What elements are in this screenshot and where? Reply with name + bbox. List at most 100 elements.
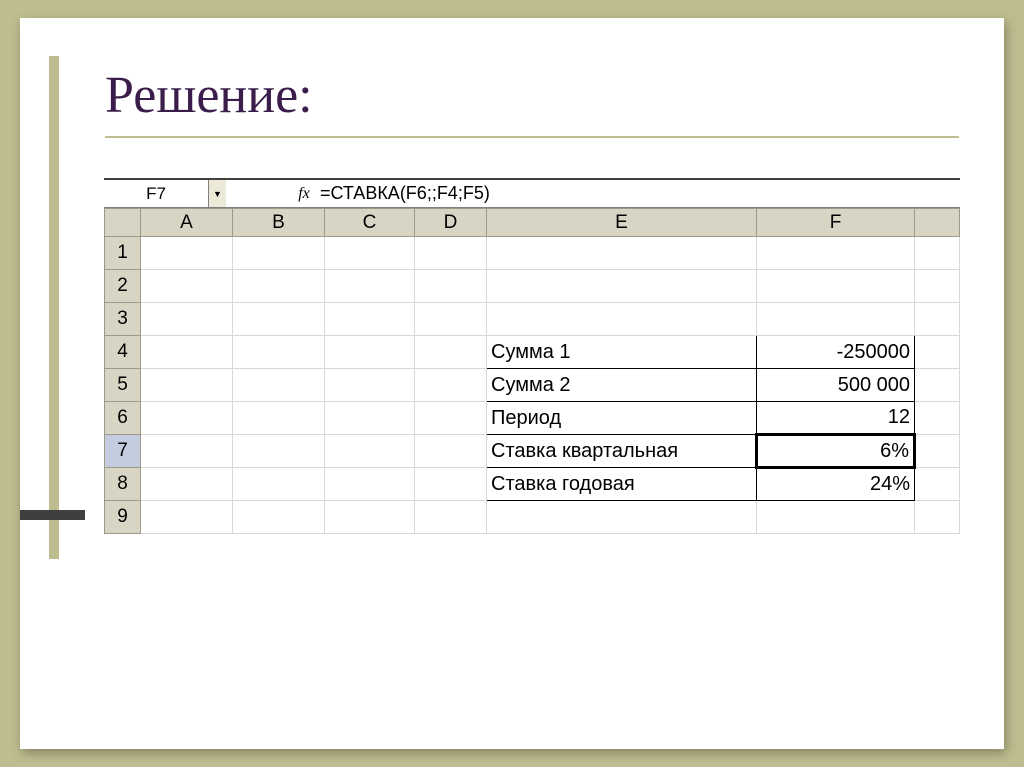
cell-A1[interactable] [141, 237, 233, 270]
row-header-9[interactable]: 9 [105, 501, 141, 534]
formula-bar-spacer [226, 180, 292, 208]
cell-E2[interactable] [487, 270, 757, 303]
cell-E4[interactable]: Сумма 1 [487, 336, 757, 369]
cell-D8[interactable] [415, 468, 487, 501]
name-box-dropdown[interactable]: ▼ [208, 180, 226, 208]
cell-B5[interactable] [233, 369, 325, 402]
cell-end6 [915, 402, 960, 435]
cell-A4[interactable] [141, 336, 233, 369]
accent-horizontal-bar [20, 510, 85, 520]
row-header-6[interactable]: 6 [105, 402, 141, 435]
cell-D3[interactable] [415, 303, 487, 336]
select-all-corner[interactable] [105, 209, 141, 237]
cell-A7[interactable] [141, 435, 233, 468]
cell-F2[interactable] [757, 270, 915, 303]
column-header-row: A B C D E F [105, 209, 960, 237]
cell-F8[interactable]: 24% [757, 468, 915, 501]
cell-D5[interactable] [415, 369, 487, 402]
cell-C2[interactable] [325, 270, 415, 303]
formula-bar: F7 ▼ fx =СТАВКА(F6;;F4;F5) [104, 180, 960, 208]
cell-F4[interactable]: -250000 [757, 336, 915, 369]
cell-A3[interactable] [141, 303, 233, 336]
cell-E8[interactable]: Ставка годовая [487, 468, 757, 501]
row-header-8[interactable]: 8 [105, 468, 141, 501]
cell-E1[interactable] [487, 237, 757, 270]
cell-F3[interactable] [757, 303, 915, 336]
col-header-F[interactable]: F [757, 209, 915, 237]
title-underline [105, 136, 959, 138]
cell-E9[interactable] [487, 501, 757, 534]
row-header-1[interactable]: 1 [105, 237, 141, 270]
cell-C6[interactable] [325, 402, 415, 435]
row-header-2[interactable]: 2 [105, 270, 141, 303]
cell-A6[interactable] [141, 402, 233, 435]
slide-title: Решение: [105, 66, 313, 125]
col-header-E[interactable]: E [487, 209, 757, 237]
col-header-B[interactable]: B [233, 209, 325, 237]
cell-C9[interactable] [325, 501, 415, 534]
row-5: 5 Сумма 2 500 000 [105, 369, 960, 402]
formula-input[interactable]: =СТАВКА(F6;;F4;F5) [316, 180, 960, 208]
cell-A2[interactable] [141, 270, 233, 303]
row-header-3[interactable]: 3 [105, 303, 141, 336]
slide: Решение: F7 ▼ fx =СТАВКА(F6;;F4;F5) A B … [20, 18, 1004, 749]
cell-E6[interactable]: Период [487, 402, 757, 435]
row-header-7[interactable]: 7 [105, 435, 141, 468]
cell-B8[interactable] [233, 468, 325, 501]
cell-B4[interactable] [233, 336, 325, 369]
row-3: 3 [105, 303, 960, 336]
cell-end9 [915, 501, 960, 534]
cell-F5[interactable]: 500 000 [757, 369, 915, 402]
fx-icon[interactable]: fx [292, 180, 316, 208]
cell-D4[interactable] [415, 336, 487, 369]
accent-vertical-bar [49, 56, 59, 559]
cell-B3[interactable] [233, 303, 325, 336]
cell-F6[interactable]: 12 [757, 402, 915, 435]
cell-end2 [915, 270, 960, 303]
cell-end8 [915, 468, 960, 501]
row-6: 6 Период 12 [105, 402, 960, 435]
row-1: 1 [105, 237, 960, 270]
cell-end5 [915, 369, 960, 402]
cell-end1 [915, 237, 960, 270]
cell-D6[interactable] [415, 402, 487, 435]
cell-B9[interactable] [233, 501, 325, 534]
cell-end7 [915, 435, 960, 468]
cell-B1[interactable] [233, 237, 325, 270]
cell-A8[interactable] [141, 468, 233, 501]
cell-F7[interactable]: 6% [757, 435, 915, 468]
cell-D7[interactable] [415, 435, 487, 468]
row-header-5[interactable]: 5 [105, 369, 141, 402]
cell-D2[interactable] [415, 270, 487, 303]
col-header-end [915, 209, 960, 237]
row-7: 7 Ставка квартальная 6% [105, 435, 960, 468]
cell-E7[interactable]: Ставка квартальная [487, 435, 757, 468]
cell-C1[interactable] [325, 237, 415, 270]
cell-E3[interactable] [487, 303, 757, 336]
cell-B6[interactable] [233, 402, 325, 435]
col-header-C[interactable]: C [325, 209, 415, 237]
cell-A9[interactable] [141, 501, 233, 534]
cell-B2[interactable] [233, 270, 325, 303]
col-header-D[interactable]: D [415, 209, 487, 237]
cell-C7[interactable] [325, 435, 415, 468]
cell-end4 [915, 336, 960, 369]
cell-C3[interactable] [325, 303, 415, 336]
cell-D9[interactable] [415, 501, 487, 534]
row-2: 2 [105, 270, 960, 303]
cell-D1[interactable] [415, 237, 487, 270]
cell-C8[interactable] [325, 468, 415, 501]
cell-B7[interactable] [233, 435, 325, 468]
cell-C4[interactable] [325, 336, 415, 369]
cell-C5[interactable] [325, 369, 415, 402]
cell-A5[interactable] [141, 369, 233, 402]
name-box[interactable]: F7 [104, 180, 208, 208]
col-header-A[interactable]: A [141, 209, 233, 237]
cell-F1[interactable] [757, 237, 915, 270]
cell-F9[interactable] [757, 501, 915, 534]
row-8: 8 Ставка годовая 24% [105, 468, 960, 501]
row-header-4[interactable]: 4 [105, 336, 141, 369]
cell-E5[interactable]: Сумма 2 [487, 369, 757, 402]
row-4: 4 Сумма 1 -250000 [105, 336, 960, 369]
row-9: 9 [105, 501, 960, 534]
